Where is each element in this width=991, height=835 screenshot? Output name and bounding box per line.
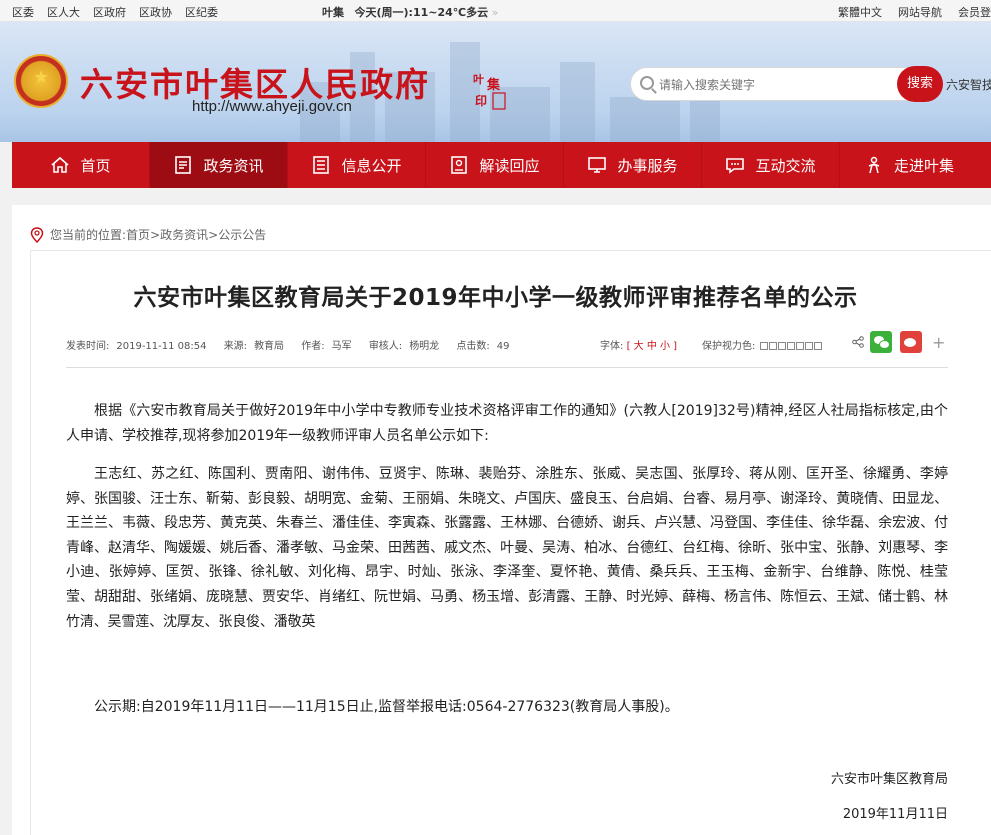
site-url: http://www.ahyeji.gov.cn <box>192 98 352 115</box>
nav-services[interactable]: 办事服务 <box>564 142 702 188</box>
article-intro: 根据《六安市教育局关于做好2019年中小学中专教师专业技术资格评审工作的通知》(… <box>66 403 948 444</box>
breadcrumb-announcements[interactable]: 公示公告 <box>218 226 266 243</box>
author-label: 作者: <box>301 341 325 352</box>
smart-link[interactable]: 六安智技 <box>946 76 991 93</box>
site-nav-link[interactable]: 网站导航 <box>898 4 942 20</box>
color-swatch[interactable] <box>813 342 822 350</box>
top-links: 区委 区人大 区政府 区政协 区纪委 <box>12 4 231 20</box>
weather-info: 叶集 今天(周一):11~24℃多云 » <box>322 4 498 20</box>
issue-date: 2019年11月11日 <box>842 807 948 822</box>
color-swatch[interactable] <box>786 342 795 350</box>
top-link-district-government[interactable]: 区政府 <box>93 4 126 20</box>
top-link-district-cppcc[interactable]: 区政协 <box>139 4 172 20</box>
nav-label: 信息公开 <box>341 156 402 175</box>
meta-divider <box>66 367 948 368</box>
location-pin-icon <box>30 226 44 243</box>
nav-label: 政务资讯 <box>203 156 264 175</box>
article-title: 六安市叶集区教育局关于2019年中小学一级教师评审推荐名单的公示 <box>133 285 858 311</box>
author: 马军 <box>331 341 352 352</box>
wechat-share-icon[interactable] <box>870 331 892 353</box>
member-login-link[interactable]: 会员登 <box>958 4 991 20</box>
article-meta: 发表时间: 2019-11-11 08:54 来源: 教育局 作者: 马军 审核人: 杨… <box>66 331 948 357</box>
weather-icon: » <box>491 6 499 19</box>
weather-city: 叶集 <box>322 6 344 19</box>
weibo-share-icon[interactable] <box>900 331 922 353</box>
candidate-names: 王志红、苏之红、陈国利、贾南阳、谢伟伟、豆贤宇、陈琳、裴贻芬、涂胜东、张威、吴志… <box>66 466 948 630</box>
color-swatch[interactable] <box>777 342 786 350</box>
font-size-options[interactable]: [ 大 中 小 ] <box>627 341 678 352</box>
top-link-district-committee[interactable]: 区委 <box>12 4 34 20</box>
click-count: 49 <box>496 341 510 352</box>
top-link-district-discipline[interactable]: 区纪委 <box>185 4 218 20</box>
nav-about-yeji[interactable]: 走进叶集 <box>840 142 978 188</box>
breadcrumb-separator: > <box>150 227 161 242</box>
nav-label: 互动交流 <box>755 156 816 175</box>
search-input[interactable] <box>659 74 899 96</box>
traditional-chinese-link[interactable]: 繁體中文 <box>838 4 882 20</box>
breadcrumb-government-news[interactable]: 政务资讯 <box>160 226 208 243</box>
svg-text:印: 印 <box>475 94 487 108</box>
nav-info-disclosure[interactable]: 信息公开 <box>288 142 426 188</box>
person-icon <box>864 156 884 174</box>
chat-icon <box>725 156 745 174</box>
article-body: 根据《六安市教育局关于做好2019年中小学中专教师专业技术资格评审工作的通知》(… <box>66 399 948 715</box>
share-icon[interactable] <box>852 336 864 348</box>
reviewer-label: 审核人: <box>368 341 403 352</box>
nav-label: 办事服务 <box>617 156 678 175</box>
reviewer: 杨明龙 <box>409 341 440 352</box>
source-label: 来源: <box>223 341 248 352</box>
more-share-icon[interactable]: + <box>932 333 945 352</box>
top-bar: 区委 区人大 区政府 区政协 区纪委 叶集 今天(周一):11~24℃多云 » … <box>0 0 991 22</box>
top-right-links: 繁體中文 网站导航 会员登 <box>822 4 991 20</box>
breadcrumb-home[interactable]: 首页 <box>126 226 150 243</box>
color-swatch[interactable] <box>759 342 768 350</box>
seal-logo-icon: 叶 集 印 <box>470 68 506 110</box>
color-swatch[interactable] <box>768 342 777 350</box>
color-swatch[interactable] <box>804 342 813 350</box>
search-box: 搜索 <box>630 66 943 102</box>
breadcrumb: 您当前的位置: 首页 > 政务资讯 > 公示公告 <box>30 226 266 243</box>
reply-icon <box>449 156 469 174</box>
list-icon <box>311 156 331 174</box>
breadcrumb-separator: > <box>208 227 219 242</box>
monitor-icon <box>587 156 607 174</box>
nav-label: 首页 <box>80 156 111 175</box>
clicks-label: 点击数: <box>456 341 490 352</box>
eye-protect-control: 保护视力色: <box>702 337 822 352</box>
issuer-signature: 六安市叶集区教育局 <box>830 772 948 787</box>
nav-interaction[interactable]: 互动交流 <box>702 142 840 188</box>
font-label: 字体: <box>600 341 624 352</box>
nav-interpretation[interactable]: 解读回应 <box>426 142 564 188</box>
search-icon <box>640 76 654 90</box>
font-size-control: 字体: [ 大 中 小 ] <box>600 337 677 352</box>
site-header: ★ 六安市叶集区人民政府 http://www.ahyeji.gov.cn 叶 … <box>0 22 991 142</box>
publicity-period: 公示期:自2019年11月11日——11月15日止,监督举报电话:0564-27… <box>94 699 679 715</box>
weather-text: 今天(周一):11~24℃多云 <box>354 6 489 19</box>
search-button[interactable]: 搜索 <box>897 66 943 102</box>
nav-label: 解读回应 <box>479 156 540 175</box>
publish-time-label: 发表时间: <box>66 341 110 352</box>
nav-government-news[interactable]: 政务资讯 <box>150 142 288 188</box>
svg-text:集: 集 <box>486 77 501 93</box>
document-icon <box>173 156 193 174</box>
svg-text:叶: 叶 <box>473 72 484 86</box>
nav-home[interactable]: 首页 <box>12 142 150 188</box>
top-link-district-congress[interactable]: 区人大 <box>47 4 80 20</box>
source: 教育局 <box>254 341 285 352</box>
vision-label: 保护视力色: <box>702 341 756 352</box>
main-nav: 首页 政务资讯 信息公开 解读回应 办事服务 互动交流 走进叶集 <box>12 142 991 188</box>
share-buttons: + <box>852 331 945 353</box>
national-emblem-icon: ★ <box>14 54 68 108</box>
color-swatch[interactable] <box>795 342 804 350</box>
home-icon <box>50 156 70 174</box>
breadcrumb-prefix: 您当前的位置: <box>50 228 127 242</box>
publish-time: 2019-11-11 08:54 <box>116 341 207 352</box>
nav-label: 走进叶集 <box>893 156 954 175</box>
